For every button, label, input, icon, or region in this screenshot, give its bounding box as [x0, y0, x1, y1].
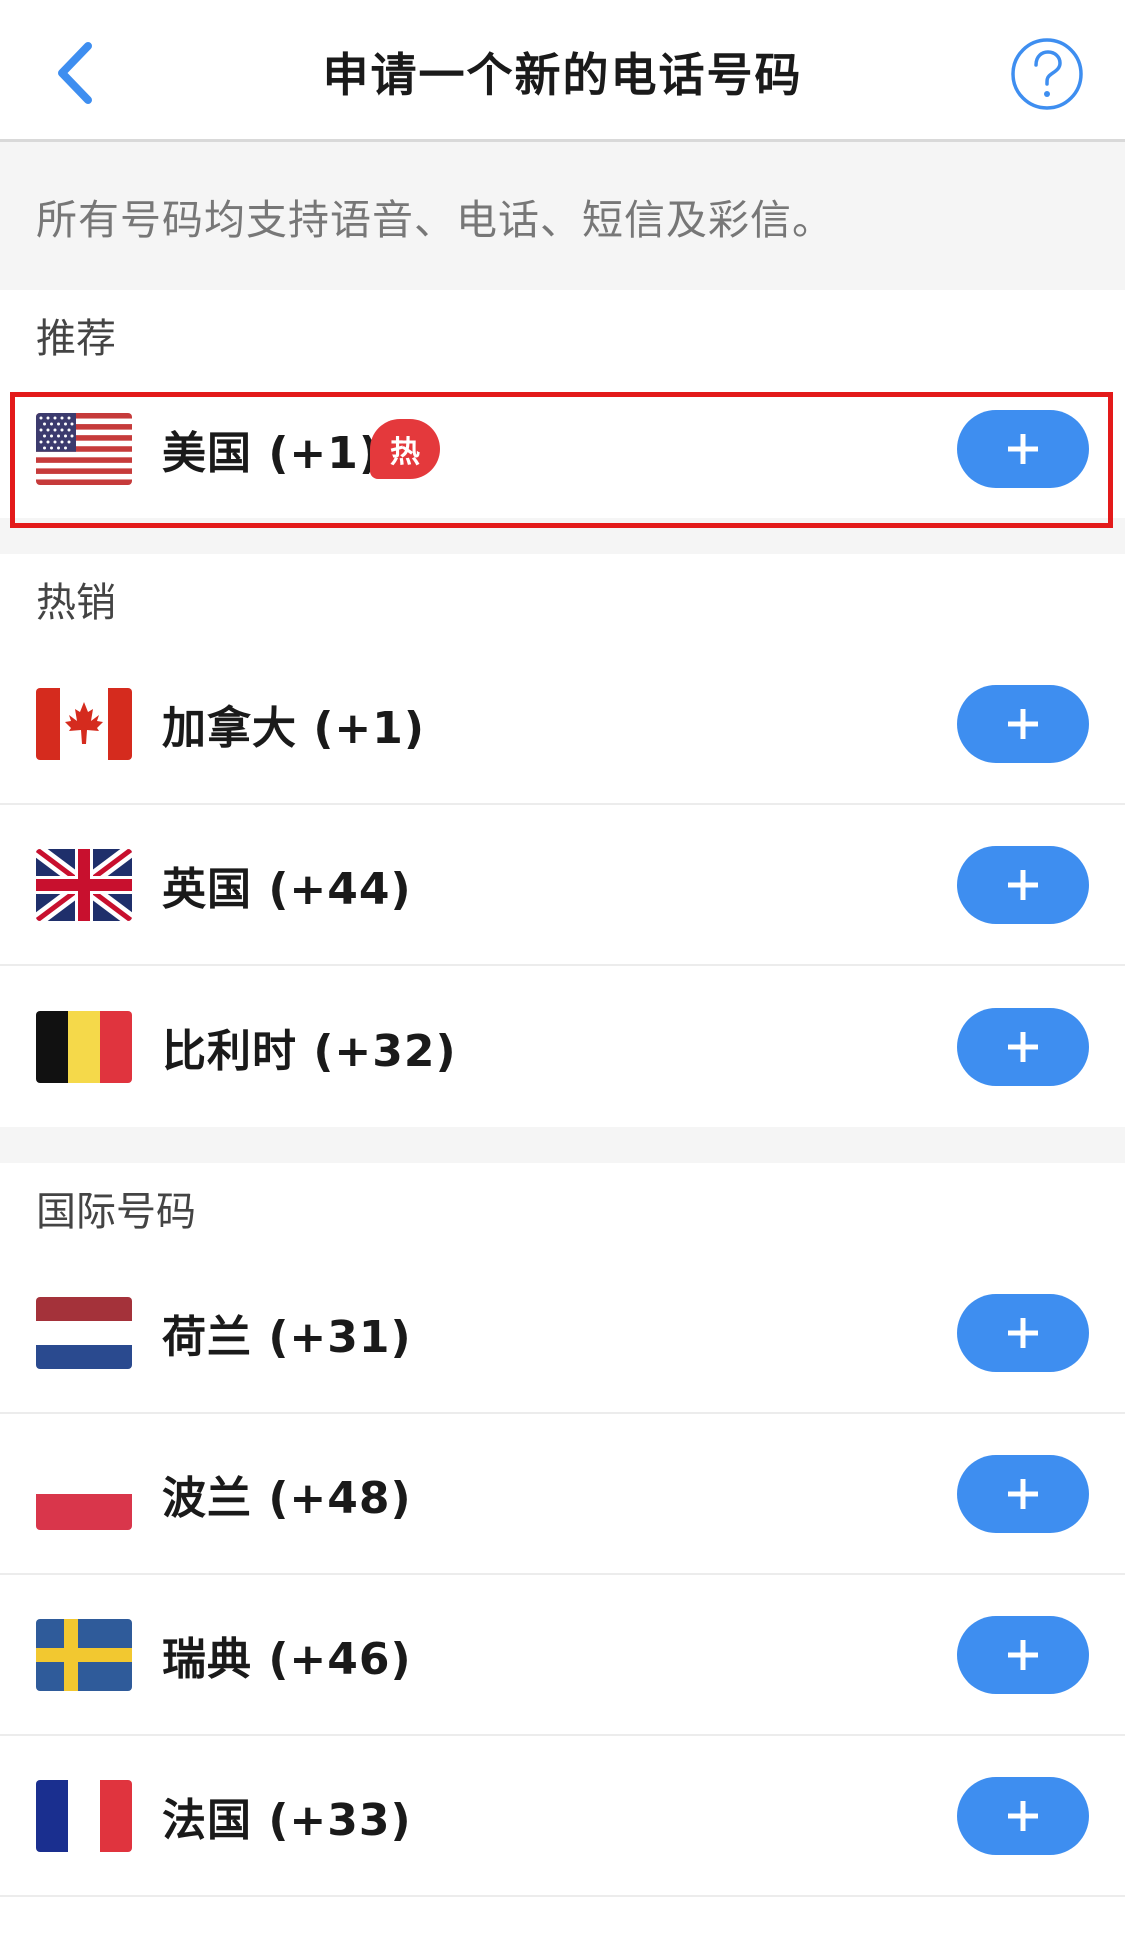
- back-button[interactable]: [44, 38, 104, 108]
- section-header-international: 国际号码: [0, 1163, 1125, 1253]
- plus-icon: [1008, 1639, 1038, 1670]
- info-banner: 所有号码均支持语音、电话、短信及彩信。: [0, 142, 1125, 290]
- page-title: 申请一个新的电话号码: [322, 48, 803, 102]
- add-fr-button[interactable]: [957, 1776, 1089, 1855]
- country-label: 荷兰 (+31): [162, 1311, 412, 1363]
- ca-flag-icon: [36, 687, 132, 760]
- add-be-button[interactable]: [957, 1007, 1089, 1086]
- list-item-pl[interactable]: 波兰 (+48): [0, 1414, 1125, 1575]
- country-label: 比利时 (+32): [162, 1025, 457, 1077]
- uk-flag-icon: [36, 848, 132, 921]
- add-uk-button[interactable]: [957, 845, 1089, 924]
- add-pl-button[interactable]: [957, 1454, 1089, 1533]
- list-item-uk[interactable]: 英国 (+44): [0, 805, 1125, 966]
- section-header-hot: 热销: [0, 554, 1125, 644]
- country-label: 瑞典 (+46): [162, 1633, 412, 1685]
- nav-bar: 申请一个新的电话号码: [0, 0, 1125, 142]
- add-ca-button[interactable]: [957, 684, 1089, 763]
- add-us-button[interactable]: [957, 410, 1089, 488]
- list-item-be[interactable]: 比利时 (+32): [0, 966, 1125, 1127]
- section-header-recommended: 推荐: [0, 290, 1125, 380]
- plus-icon: [1008, 1800, 1038, 1831]
- be-flag-icon: [36, 1010, 132, 1083]
- us-flag-icon: [36, 413, 132, 485]
- se-flag-icon: [36, 1618, 132, 1691]
- nl-flag-icon: [36, 1296, 132, 1369]
- section-gap: [0, 518, 1125, 554]
- plus-icon: [1008, 1317, 1038, 1348]
- question-circle-icon: [1011, 38, 1083, 110]
- list-item-se[interactable]: 瑞典 (+46): [0, 1575, 1125, 1736]
- list-item-us[interactable]: 美国 (+1) 热: [0, 380, 1125, 518]
- section-gap: [0, 1127, 1125, 1163]
- country-label: 加拿大 (+1): [162, 702, 426, 754]
- country-label: 法国 (+33): [162, 1794, 412, 1846]
- plus-icon: [1008, 869, 1038, 900]
- hot-badge: 热: [370, 419, 440, 479]
- plus-icon: [1008, 434, 1038, 464]
- chevron-left-icon: [58, 42, 92, 104]
- list-item-fr[interactable]: 法国 (+33): [0, 1736, 1125, 1897]
- fr-flag-icon: [36, 1779, 132, 1852]
- page: 申请一个新的电话号码 所有号码均支持语音、电话、短信及彩信。 推荐 美国 (+1…: [0, 0, 1125, 1950]
- add-se-button[interactable]: [957, 1615, 1089, 1694]
- country-label: 英国 (+44): [162, 863, 412, 915]
- add-nl-button[interactable]: [957, 1293, 1089, 1372]
- help-button[interactable]: [1009, 36, 1085, 112]
- plus-icon: [1008, 1031, 1038, 1062]
- country-label: 波兰 (+48): [162, 1472, 412, 1524]
- plus-icon: [1008, 1478, 1038, 1509]
- plus-icon: [1008, 708, 1038, 739]
- list-item-nl[interactable]: 荷兰 (+31): [0, 1253, 1125, 1414]
- country-label: 美国 (+1): [162, 428, 381, 479]
- pl-flag-icon: [36, 1457, 132, 1530]
- list-item-ca[interactable]: 加拿大 (+1): [0, 644, 1125, 805]
